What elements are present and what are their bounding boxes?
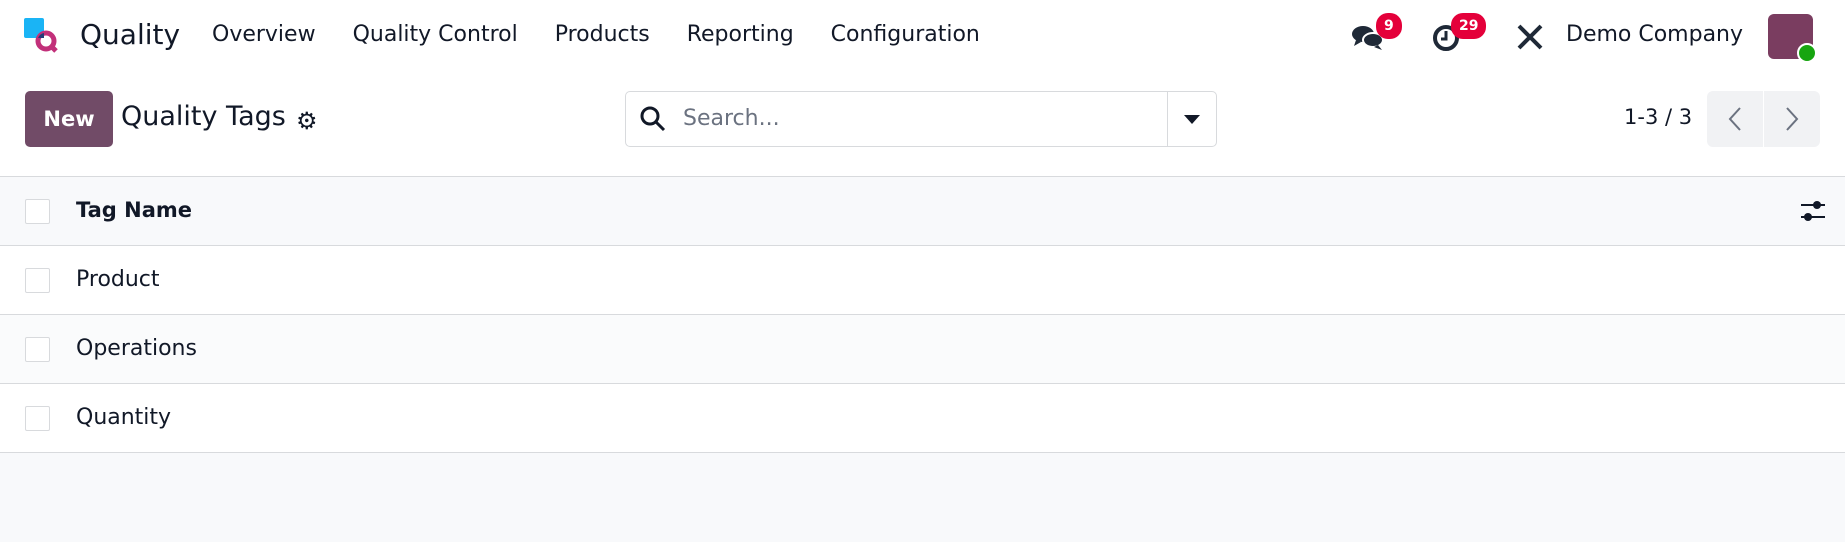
menu-reporting[interactable]: Reporting <box>687 22 794 47</box>
top-navbar: Quality Overview Quality Control Product… <box>0 0 1845 73</box>
search-bar[interactable]: Search... <box>625 91 1217 147</box>
select-all-checkbox[interactable] <box>25 199 50 224</box>
search-options-toggle-icon[interactable] <box>1183 114 1201 126</box>
optional-columns-toggle-icon[interactable] <box>1800 199 1826 223</box>
company-switcher[interactable]: Demo Company <box>1566 22 1743 47</box>
app-name[interactable]: Quality <box>80 18 180 51</box>
quality-app-logo-icon[interactable] <box>24 18 62 56</box>
control-panel: New Quality Tags ⚙ Search... 1-3 / 3 <box>0 73 1845 176</box>
menu-quality-control[interactable]: Quality Control <box>353 22 518 47</box>
debug-tools-icon[interactable] <box>1516 23 1544 51</box>
page-title: Quality Tags <box>121 101 286 132</box>
main-menu: Overview Quality Control Products Report… <box>212 22 1017 47</box>
menu-products[interactable]: Products <box>555 22 650 47</box>
pager-previous-button[interactable] <box>1707 91 1763 147</box>
row-checkbox[interactable] <box>25 337 50 362</box>
column-header-tag-name[interactable]: Tag Name <box>76 198 192 222</box>
table-row[interactable]: Quantity <box>0 384 1845 453</box>
search-icon <box>640 106 666 132</box>
table-row[interactable]: Product <box>0 246 1845 315</box>
table-row[interactable]: Operations <box>0 315 1845 384</box>
menu-overview[interactable]: Overview <box>212 22 316 47</box>
row-checkbox[interactable] <box>25 406 50 431</box>
divider <box>1167 92 1168 146</box>
tags-list-table: Tag Name Product Operations Quantity <box>0 176 1845 453</box>
chevron-left-icon <box>1728 107 1741 131</box>
tag-name-cell[interactable]: Quantity <box>76 405 171 430</box>
tag-name-cell[interactable]: Operations <box>76 336 197 361</box>
pager-value[interactable]: 1-3 / 3 <box>1624 105 1692 129</box>
activities-badge: 29 <box>1451 13 1487 39</box>
row-checkbox[interactable] <box>25 268 50 293</box>
tag-name-cell[interactable]: Product <box>76 267 160 292</box>
chevron-right-icon <box>1786 107 1799 131</box>
search-input[interactable]: Search... <box>683 106 780 131</box>
pager-next-button[interactable] <box>1764 91 1820 147</box>
online-status-icon <box>1797 43 1817 63</box>
new-button[interactable]: New <box>25 91 113 147</box>
table-header: Tag Name <box>0 177 1845 246</box>
menu-configuration[interactable]: Configuration <box>831 22 980 47</box>
user-avatar[interactable] <box>1768 14 1817 63</box>
messages-badge: 9 <box>1376 13 1402 39</box>
gear-icon[interactable]: ⚙ <box>296 107 318 135</box>
